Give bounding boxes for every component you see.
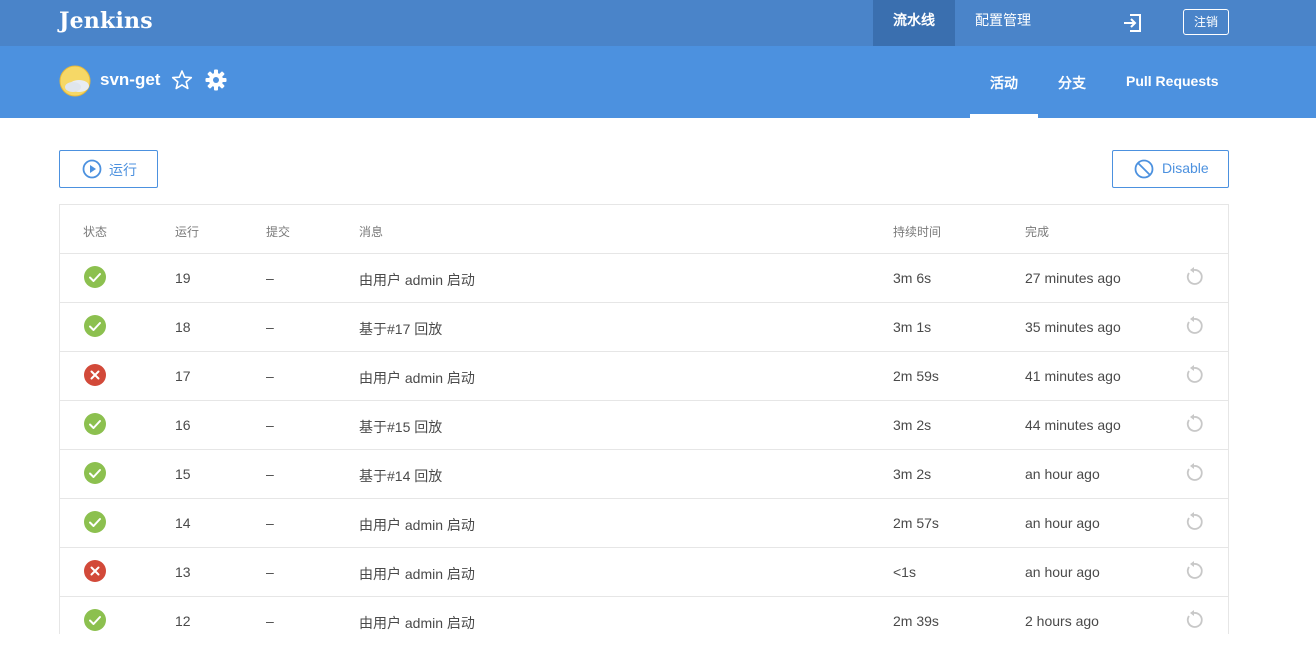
run-duration: <1s bbox=[893, 564, 916, 580]
disable-button-label: Disable bbox=[1162, 160, 1209, 176]
active-tab-indicator bbox=[970, 114, 1038, 118]
run-number: 19 bbox=[175, 270, 191, 286]
replay-icon[interactable] bbox=[1184, 267, 1204, 287]
run-message: 由用户 admin 启动 bbox=[359, 370, 475, 386]
disable-circle-icon bbox=[1134, 159, 1154, 179]
commit-id: – bbox=[266, 368, 274, 384]
run-completed: 2 hours ago bbox=[1025, 613, 1099, 629]
run-completed: 41 minutes ago bbox=[1025, 368, 1121, 384]
run-number: 18 bbox=[175, 319, 191, 335]
replay-icon[interactable] bbox=[1184, 561, 1204, 581]
column-header-status: 状态 bbox=[83, 225, 108, 239]
pipeline-header: svn-get 活动 分支 Pull Requests bbox=[0, 46, 1316, 118]
success-check-icon bbox=[84, 266, 106, 288]
nav-pipelines[interactable]: 流水线 bbox=[873, 0, 955, 46]
pipeline-name: svn-get bbox=[100, 70, 161, 89]
disable-button[interactable]: Disable bbox=[1112, 150, 1229, 188]
run-completed: an hour ago bbox=[1025, 515, 1100, 531]
nav-configuration[interactable]: 配置管理 bbox=[955, 0, 1051, 46]
tab-pull-requests[interactable]: Pull Requests bbox=[1126, 73, 1219, 89]
success-check-icon bbox=[84, 413, 106, 435]
run-message: 基于#17 回放 bbox=[359, 321, 443, 337]
tab-branches[interactable]: 分支 bbox=[1058, 73, 1086, 93]
run-button[interactable]: 运行 bbox=[59, 150, 158, 188]
run-button-label: 运行 bbox=[109, 162, 137, 178]
run-message: 基于#15 回放 bbox=[359, 419, 443, 435]
table-row[interactable]: 14 – 由用户 admin 启动 2m 57s an hour ago bbox=[60, 498, 1228, 548]
commit-id: – bbox=[266, 319, 274, 335]
top-header: Jenkins 流水线 配置管理 注销 bbox=[0, 0, 1316, 46]
column-header-message: 消息 bbox=[359, 225, 384, 239]
replay-icon[interactable] bbox=[1184, 610, 1204, 630]
commit-id: – bbox=[266, 613, 274, 629]
run-number: 12 bbox=[175, 613, 191, 629]
run-message: 基于#14 回放 bbox=[359, 468, 443, 484]
run-duration: 2m 57s bbox=[893, 515, 939, 531]
run-message: 由用户 admin 启动 bbox=[359, 272, 475, 288]
run-duration: 3m 6s bbox=[893, 270, 932, 286]
run-duration: 3m 2s bbox=[893, 417, 932, 433]
commit-id: – bbox=[266, 515, 274, 531]
run-duration: 2m 59s bbox=[893, 368, 939, 384]
run-message: 由用户 admin 启动 bbox=[359, 517, 475, 533]
table-row[interactable]: 13 – 由用户 admin 启动 <1s an hour ago bbox=[60, 547, 1228, 597]
table-row[interactable]: 15 – 基于#14 回放 3m 2s an hour ago bbox=[60, 449, 1228, 499]
replay-icon[interactable] bbox=[1184, 463, 1204, 483]
success-check-icon bbox=[84, 462, 106, 484]
run-number: 15 bbox=[175, 466, 191, 482]
replay-icon[interactable] bbox=[1184, 414, 1204, 434]
logout-button[interactable]: 注销 bbox=[1183, 9, 1229, 35]
column-header-commit: 提交 bbox=[266, 225, 291, 239]
run-duration: 2m 39s bbox=[893, 613, 939, 629]
column-header-run: 运行 bbox=[175, 225, 200, 239]
failure-x-icon bbox=[84, 364, 106, 386]
run-completed: an hour ago bbox=[1025, 564, 1100, 580]
replay-icon[interactable] bbox=[1184, 365, 1204, 385]
success-check-icon bbox=[84, 315, 106, 337]
table-row[interactable]: 16 – 基于#15 回放 3m 2s 44 minutes ago bbox=[60, 400, 1228, 450]
replay-icon[interactable] bbox=[1184, 512, 1204, 532]
failure-x-icon bbox=[84, 560, 106, 582]
favorite-star-icon[interactable] bbox=[171, 69, 193, 91]
activity-table: 状态 运行 提交 消息 持续时间 完成 19 – 由用户 admin 启动 3m 6s… bbox=[59, 204, 1229, 634]
table-row[interactable]: 19 – 由用户 admin 启动 3m 6s 27 minutes ago bbox=[60, 253, 1228, 303]
table-row[interactable]: 18 – 基于#17 回放 3m 1s 35 minutes ago bbox=[60, 302, 1228, 352]
run-message: 由用户 admin 启动 bbox=[359, 615, 475, 631]
run-completed: an hour ago bbox=[1025, 466, 1100, 482]
commit-id: – bbox=[266, 417, 274, 433]
success-check-icon bbox=[84, 609, 106, 631]
tab-activity[interactable]: 活动 bbox=[990, 73, 1018, 93]
run-number: 14 bbox=[175, 515, 191, 531]
run-duration: 3m 2s bbox=[893, 466, 932, 482]
table-row[interactable]: 17 – 由用户 admin 启动 2m 59s 41 minutes ago bbox=[60, 351, 1228, 401]
column-header-duration: 持续时间 bbox=[893, 225, 942, 239]
gear-icon[interactable] bbox=[205, 69, 227, 91]
run-completed: 35 minutes ago bbox=[1025, 319, 1121, 335]
run-completed: 44 minutes ago bbox=[1025, 417, 1121, 433]
run-completed: 27 minutes ago bbox=[1025, 270, 1121, 286]
column-header-completed: 完成 bbox=[1025, 225, 1050, 239]
login-arrow-icon[interactable] bbox=[1122, 12, 1144, 34]
play-circle-icon bbox=[82, 159, 102, 179]
run-duration: 3m 1s bbox=[893, 319, 932, 335]
commit-id: – bbox=[266, 270, 274, 286]
replay-icon[interactable] bbox=[1184, 316, 1204, 336]
run-number: 16 bbox=[175, 417, 191, 433]
weather-partly-sunny-icon bbox=[59, 65, 91, 97]
commit-id: – bbox=[266, 564, 274, 580]
run-number: 17 bbox=[175, 368, 191, 384]
jenkins-logo[interactable]: Jenkins bbox=[59, 8, 153, 34]
success-check-icon bbox=[84, 511, 106, 533]
table-row[interactable]: 12 – 由用户 admin 启动 2m 39s 2 hours ago bbox=[60, 596, 1228, 646]
run-number: 13 bbox=[175, 564, 191, 580]
commit-id: – bbox=[266, 466, 274, 482]
run-message: 由用户 admin 启动 bbox=[359, 566, 475, 582]
